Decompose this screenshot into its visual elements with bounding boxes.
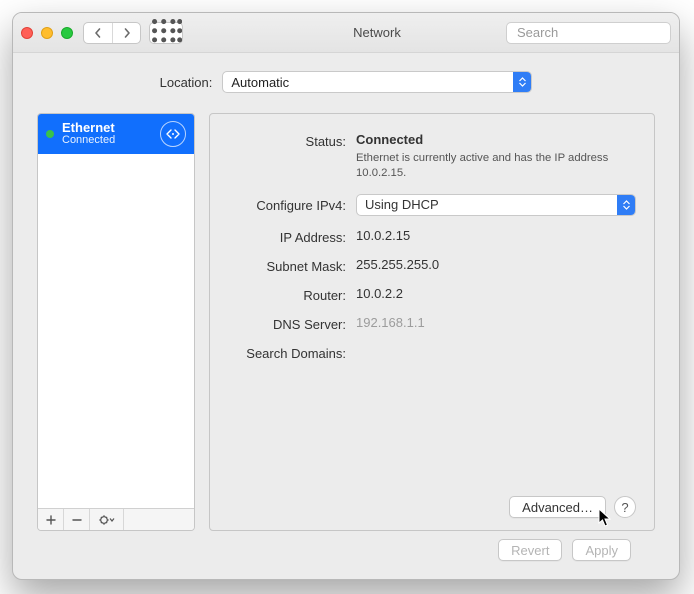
interface-list: Ethernet Connected (38, 114, 194, 508)
apply-button[interactable]: Apply (572, 539, 631, 561)
window-footer: Revert Apply (37, 539, 655, 567)
advanced-button[interactable]: Advanced… (509, 496, 606, 518)
configure-ipv4-value: Using DHCP (365, 197, 439, 212)
remove-interface-button[interactable] (64, 509, 90, 530)
status-value: Connected (356, 132, 423, 147)
forward-button[interactable] (112, 23, 140, 43)
configure-ipv4-select[interactable]: Using DHCP (356, 194, 636, 216)
ip-address-value: 10.0.2.15 (356, 228, 636, 243)
plus-icon (46, 515, 56, 525)
ip-address-label: IP Address: (228, 228, 346, 245)
chevron-left-icon (93, 28, 103, 38)
search-field[interactable] (506, 22, 671, 44)
sidebar-footer-spacer (124, 509, 194, 530)
configure-ipv4-label: Configure IPv4: (228, 196, 346, 213)
select-stepper-icon (617, 195, 635, 215)
preferences-window: Network Location: Automatic (12, 12, 680, 580)
window-title: Network (353, 25, 401, 40)
router-value: 10.0.2.2 (356, 286, 636, 301)
search-input[interactable] (517, 25, 680, 40)
subnet-mask-label: Subnet Mask: (228, 257, 346, 274)
ethernet-icon (160, 121, 186, 147)
router-label: Router: (228, 286, 346, 303)
window-controls (21, 27, 73, 39)
sidebar-footer (38, 508, 194, 530)
subnet-mask-value: 255.255.255.0 (356, 257, 636, 272)
gear-dropdown-icon (98, 515, 116, 525)
minimize-window-button[interactable] (41, 27, 53, 39)
nav-history-segment (83, 22, 141, 44)
sidebar-item-status: Connected (62, 135, 152, 147)
interface-details-panel: Status: Connected Ethernet is currently … (209, 113, 655, 531)
content-area: Location: Automatic Ethernet Connected (13, 53, 679, 579)
status-label: Status: (228, 132, 346, 149)
revert-button[interactable]: Revert (498, 539, 562, 561)
titlebar: Network (13, 13, 679, 53)
minus-icon (72, 515, 82, 525)
help-button[interactable]: ? (614, 496, 636, 518)
interface-sidebar: Ethernet Connected (37, 113, 195, 531)
location-row: Location: Automatic (37, 71, 655, 93)
grid-icon (150, 17, 182, 49)
interface-actions-menu[interactable] (90, 509, 124, 530)
sidebar-item-ethernet[interactable]: Ethernet Connected (38, 114, 194, 154)
back-button[interactable] (84, 23, 112, 43)
location-label: Location: (160, 75, 213, 90)
location-select[interactable]: Automatic (222, 71, 532, 93)
zoom-window-button[interactable] (61, 27, 73, 39)
select-stepper-icon (513, 72, 531, 92)
search-domains-label: Search Domains: (228, 344, 346, 361)
chevron-right-icon (122, 28, 132, 38)
dns-server-label: DNS Server: (228, 315, 346, 332)
add-interface-button[interactable] (38, 509, 64, 530)
show-all-prefs-button[interactable] (149, 22, 183, 44)
location-select-value: Automatic (231, 75, 289, 90)
close-window-button[interactable] (21, 27, 33, 39)
sidebar-item-name: Ethernet (62, 121, 152, 135)
dns-server-value: 192.168.1.1 (356, 315, 636, 330)
status-dot-icon (46, 130, 54, 138)
status-description: Ethernet is currently active and has the… (356, 151, 636, 182)
